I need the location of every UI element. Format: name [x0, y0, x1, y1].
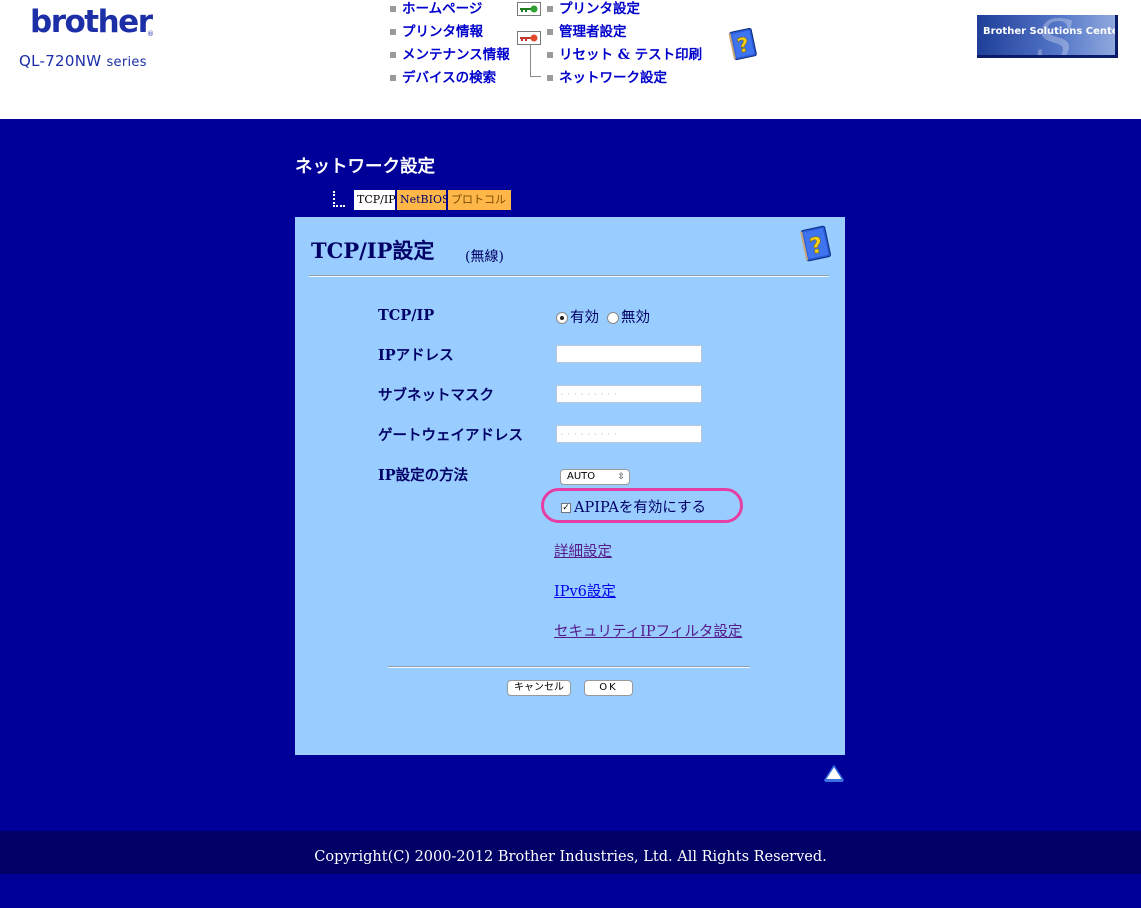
buttons-divider [388, 666, 750, 668]
nav-maintenance-info-link[interactable]: メンテナンス情報 [390, 46, 510, 64]
security-ip-filter-link[interactable]: セキュリティIPフィルタ設定 [554, 620, 742, 641]
panel-divider [309, 275, 829, 277]
page-title: ネットワーク設定 [295, 157, 435, 177]
panel-title: TCP/IP設定 [311, 238, 435, 263]
help-book-icon[interactable]: ? [797, 224, 835, 264]
tcpip-enabled-radio[interactable] [556, 312, 568, 324]
header: brother ® QL-720NW series ホームページ プリンタ情報 … [0, 0, 1141, 119]
registered-mark: ® [147, 30, 154, 38]
ip-method-selected-value: AUTO [567, 471, 596, 482]
nav-bullet [390, 5, 396, 12]
model-number: QL-720NW [19, 52, 102, 70]
nav-printer-info-link[interactable]: プリンタ情報 [390, 23, 483, 41]
nav-reset-test-print-link[interactable]: リセット & テスト印刷 [547, 46, 702, 64]
tab-protocol[interactable]: プロトコル [448, 190, 511, 210]
tcpip-disabled-label: 無効 [621, 310, 650, 326]
panel-subtitle: (無線) [465, 249, 504, 265]
help-book-icon[interactable]: ? [726, 26, 760, 62]
advanced-settings-link[interactable]: 詳細設定 [554, 540, 612, 561]
nav-device-search-link[interactable]: デバイスの検索 [390, 69, 496, 87]
key-green-icon [517, 2, 541, 16]
nav-network-settings-link[interactable]: ネットワーク設定 [547, 69, 667, 87]
nav-bullet [390, 51, 396, 58]
tcpip-settings-panel: TCP/IP設定 (無線) ? TCP/IP 有効 無効 IPアドレス サブネッ… [295, 217, 845, 755]
nav-bullet [390, 74, 396, 81]
model-series: series [106, 55, 147, 70]
brother-logo: brother [30, 4, 153, 40]
tab-netbios[interactable]: NetBIOS [397, 190, 450, 210]
ipv6-settings-link[interactable]: IPv6設定 [554, 580, 616, 601]
nav-tree-line [530, 44, 541, 77]
apipa-label: APIPAを有効にする [574, 500, 706, 516]
subnet-mask-label: サブネットマスク [378, 387, 494, 404]
nav-bullet [547, 28, 553, 35]
tcpip-label: TCP/IP [378, 307, 435, 324]
apipa-checkbox[interactable]: ✓ [561, 503, 571, 513]
key-red-icon [517, 31, 541, 45]
nav-home-link[interactable]: ホームページ [390, 0, 482, 18]
bottom-band [0, 874, 1141, 908]
tcpip-enabled-label: 有効 [570, 310, 599, 326]
solutions-center-label: Brother Solutions Center [983, 26, 1118, 37]
back-to-top-icon[interactable] [824, 764, 844, 784]
ok-button[interactable]: OK [584, 680, 633, 696]
ip-method-label: IP設定の方法 [378, 467, 469, 484]
nav-bullet [547, 74, 553, 81]
nav-bullet [547, 51, 553, 58]
gateway-address-label: ゲートウェイアドレス [378, 427, 523, 444]
brother-solutions-center-button[interactable]: S Brother Solutions Center [977, 15, 1118, 58]
cancel-button[interactable]: キャンセル [507, 680, 571, 696]
ip-address-label: IPアドレス [378, 347, 454, 364]
nav-bullet [390, 28, 396, 35]
tab-tcpip[interactable]: TCP/IP [354, 190, 396, 210]
copyright-band: Copyright(C) 2000-2012 Brother Industrie… [0, 831, 1141, 874]
subnet-mask-input[interactable] [556, 385, 702, 403]
nav-printer-settings-link[interactable]: プリンタ設定 [547, 0, 640, 18]
ip-address-input[interactable] [556, 345, 702, 363]
nav-bullet [547, 5, 553, 12]
tab-tree-line [333, 191, 345, 207]
model-name: QL-720NW series [19, 52, 147, 70]
main-area: ネットワーク設定 TCP/IP NetBIOS プロトコル TCP/IP設定 (… [0, 119, 1141, 831]
tcpip-disabled-radio[interactable] [607, 312, 619, 324]
gateway-address-input[interactable] [556, 425, 702, 443]
select-chevron-icon: ⇳ [617, 472, 625, 482]
nav-admin-settings-link[interactable]: 管理者設定 [547, 23, 627, 41]
ip-method-select[interactable]: AUTO ⇳ [560, 469, 630, 485]
